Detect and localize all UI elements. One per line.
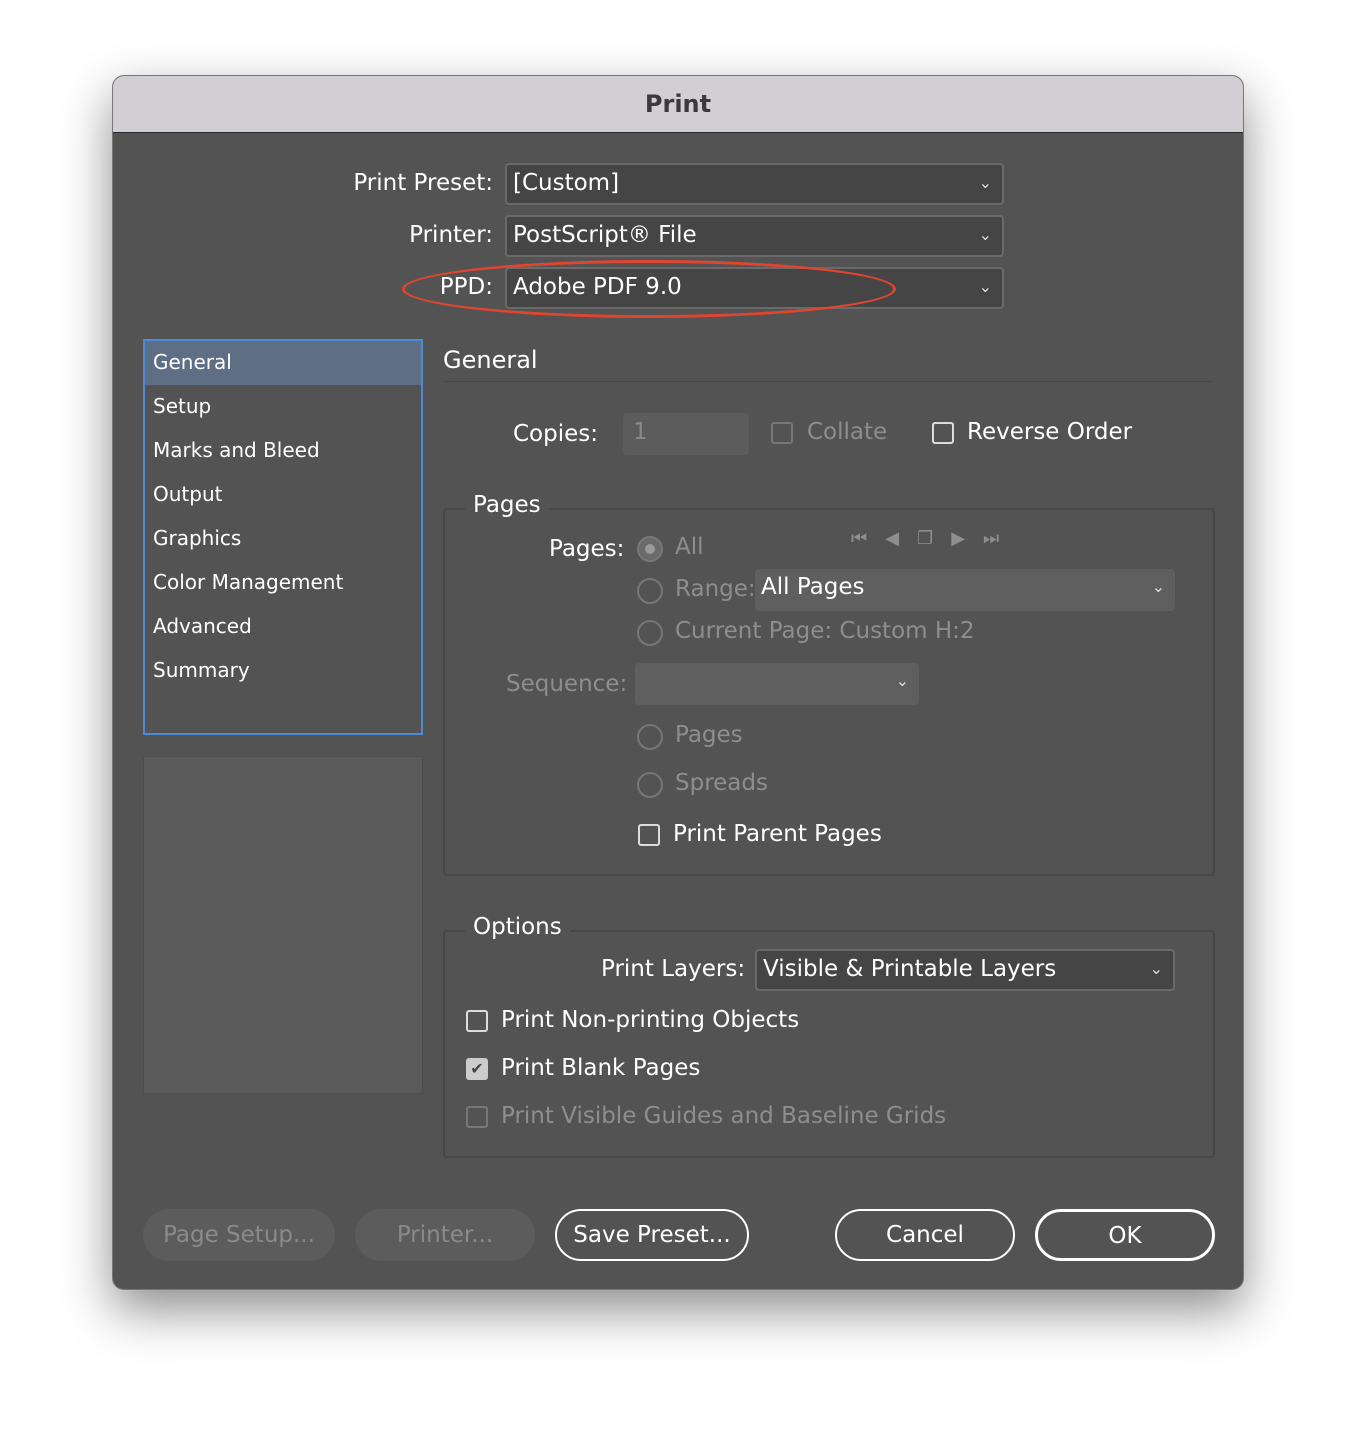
print-preset-select[interactable]: [Custom] ⌄ — [505, 163, 1004, 205]
printer-select[interactable]: PostScript® File ⌄ — [505, 215, 1004, 257]
print-preset-label: Print Preset: — [293, 170, 493, 196]
pages-icon[interactable]: ❐ — [917, 528, 951, 549]
current-page-label: Current Page: Custom H:2 — [675, 618, 975, 644]
printer-value: PostScript® File — [513, 222, 697, 248]
reverse-order-label: Reverse Order — [967, 419, 1132, 445]
sidebar-item-marks-and-bleed[interactable]: Marks and Bleed — [145, 429, 421, 473]
range-value: All Pages — [761, 574, 865, 600]
divider — [443, 381, 1213, 382]
chevron-down-icon: ⌄ — [1150, 951, 1163, 987]
sequence-select[interactable]: ⌄ — [635, 663, 919, 705]
sequence-pages-radio[interactable] — [637, 724, 663, 750]
range-label: Range: — [675, 576, 756, 602]
page-preview — [143, 756, 423, 1094]
ok-button[interactable]: OK — [1035, 1209, 1215, 1261]
sidebar-item-advanced[interactable]: Advanced — [145, 605, 421, 649]
sidebar-item-setup[interactable]: Setup — [145, 385, 421, 429]
pages-all-label: All — [675, 534, 704, 560]
sidebar-item-summary[interactable]: Summary — [145, 649, 421, 693]
print-layers-select[interactable]: Visible & Printable Layers ⌄ — [755, 949, 1175, 991]
highlight-ellipse — [402, 260, 896, 318]
options-group-title: Options — [465, 914, 570, 940]
page-navigation: ⏮◀❐▶⏭ — [851, 528, 1017, 549]
next-page-icon[interactable]: ▶ — [951, 528, 983, 549]
chevron-down-icon: ⌄ — [979, 217, 992, 253]
section-heading: General — [443, 346, 538, 374]
sidebar-item-color-management[interactable]: Color Management — [145, 561, 421, 605]
print-parent-pages-checkbox[interactable] — [638, 824, 660, 846]
sequence-spreads-label: Spreads — [675, 770, 768, 796]
first-page-icon[interactable]: ⏮ — [851, 528, 885, 549]
sequence-label: Sequence: — [506, 671, 627, 697]
chevron-down-icon: ⌄ — [979, 165, 992, 201]
cancel-button[interactable]: Cancel — [835, 1209, 1015, 1261]
sidebar-item-graphics[interactable]: Graphics — [145, 517, 421, 561]
guides-label: Print Visible Guides and Baseline Grids — [501, 1103, 946, 1129]
dialog-title: Print — [113, 76, 1243, 133]
sidebar-item-output[interactable]: Output — [145, 473, 421, 517]
prev-page-icon[interactable]: ◀ — [885, 528, 917, 549]
pages-group-title: Pages — [465, 492, 549, 518]
blank-pages-checkbox[interactable]: ✔ — [466, 1058, 488, 1080]
print-dialog: Print Print Preset: [Custom] ⌄ Printer: P… — [112, 75, 1244, 1290]
sidebar-item-general[interactable]: General — [145, 341, 421, 385]
page-setup-button[interactable]: Page Setup... — [143, 1209, 335, 1261]
chevron-down-icon: ⌄ — [896, 663, 909, 699]
print-layers-value: Visible & Printable Layers — [763, 956, 1056, 982]
sequence-pages-label: Pages — [675, 722, 743, 748]
collate-checkbox[interactable] — [771, 422, 793, 444]
pages-range-radio[interactable] — [637, 578, 663, 604]
sidebar-list: General Setup Marks and Bleed Output Gra… — [143, 339, 423, 735]
printer-label: Printer: — [293, 222, 493, 248]
pages-label: Pages: — [549, 536, 624, 562]
non-printing-checkbox[interactable] — [466, 1010, 488, 1032]
blank-pages-label: Print Blank Pages — [501, 1055, 700, 1081]
copies-label: Copies: — [513, 421, 598, 447]
printer-button[interactable]: Printer... — [355, 1209, 535, 1261]
print-parent-pages-label: Print Parent Pages — [673, 821, 882, 847]
save-preset-button[interactable]: Save Preset... — [555, 1209, 749, 1261]
sequence-spreads-radio[interactable] — [637, 772, 663, 798]
last-page-icon[interactable]: ⏭ — [983, 528, 1017, 549]
guides-checkbox[interactable] — [466, 1106, 488, 1128]
print-preset-value: [Custom] — [513, 170, 619, 196]
range-select[interactable]: All Pages ⌄ — [755, 569, 1175, 611]
reverse-order-checkbox[interactable] — [932, 422, 954, 444]
current-page-radio[interactable] — [637, 620, 663, 646]
chevron-down-icon: ⌄ — [1152, 569, 1165, 605]
checkmark-icon: ✔ — [470, 1059, 483, 1078]
print-layers-label: Print Layers: — [601, 956, 745, 982]
non-printing-label: Print Non-printing Objects — [501, 1007, 799, 1033]
collate-label: Collate — [807, 419, 887, 445]
copies-input[interactable]: 1 — [623, 413, 749, 455]
pages-all-radio[interactable] — [637, 536, 663, 562]
chevron-down-icon: ⌄ — [979, 269, 992, 305]
